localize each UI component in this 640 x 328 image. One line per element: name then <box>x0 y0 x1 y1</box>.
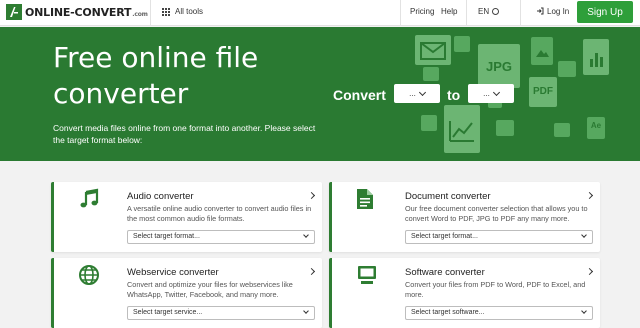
convert-label: Convert <box>333 87 386 103</box>
file-icon <box>423 67 439 81</box>
text-file-icon: Ae <box>587 117 605 139</box>
sign-up-button[interactable]: Sign Up <box>577 1 633 23</box>
document-target-format-select[interactable]: Select target format... <box>405 230 593 244</box>
document-icon <box>356 188 374 216</box>
globe-icon <box>492 8 500 15</box>
image-file-icon <box>531 37 553 65</box>
page-title: Free online file converter <box>53 41 259 110</box>
chevron-down-icon <box>418 88 426 96</box>
login-icon <box>537 7 544 15</box>
help-link[interactable]: Help <box>441 7 457 16</box>
card-title: Audio converter <box>127 191 194 202</box>
top-navigation-bar: ONLINE-CONVERT.com All tools Pricing Hel… <box>0 0 640 26</box>
all-tools-label: All tools <box>175 7 204 16</box>
divider <box>466 0 467 26</box>
software-converter-card[interactable]: Software converter Convert your files fr… <box>329 258 600 328</box>
chevron-down-icon <box>303 308 309 314</box>
webservice-converter-card[interactable]: Webservice converter Convert and optimiz… <box>51 258 322 328</box>
graph-file-icon <box>444 105 480 153</box>
document-converter-card[interactable]: Document converter Our free document con… <box>329 182 600 252</box>
from-format-value: ... <box>409 89 416 98</box>
all-tools-menu[interactable]: All tools <box>162 7 203 16</box>
file-icon <box>454 36 470 52</box>
card-description: A versatile online audio converter to co… <box>127 204 312 223</box>
music-note-icon <box>78 188 100 216</box>
to-format-select[interactable]: ... <box>468 84 514 103</box>
chevron-right-icon[interactable] <box>585 191 594 200</box>
to-label: to <box>447 87 461 103</box>
jpg-file-icon: JPG <box>478 44 520 88</box>
select-placeholder: Select target service... <box>133 309 203 316</box>
login-label: Log In <box>547 7 570 16</box>
card-description: Convert your files from PDF to Word, PDF… <box>405 280 586 299</box>
select-placeholder: Select target format... <box>133 233 200 240</box>
card-title: Software converter <box>405 267 485 278</box>
pricing-link[interactable]: Pricing <box>410 7 434 16</box>
divider <box>400 0 401 26</box>
monitor-icon <box>356 264 378 292</box>
divider <box>150 0 151 26</box>
chevron-right-icon[interactable] <box>585 267 594 276</box>
chevron-down-icon <box>581 308 587 314</box>
file-icon <box>421 115 437 131</box>
site-logo[interactable]: ONLINE-CONVERT.com <box>6 4 148 20</box>
card-title: Webservice converter <box>127 267 219 278</box>
pdf-file-icon: PDF <box>529 77 557 107</box>
hero-subtitle: Convert media files online from one form… <box>53 123 316 145</box>
chevron-right-icon[interactable] <box>307 267 316 276</box>
language-label: EN <box>478 7 490 16</box>
from-format-select[interactable]: ... <box>394 84 440 103</box>
logo-icon <box>6 4 22 20</box>
chart-file-icon <box>583 39 609 75</box>
to-format-value: ... <box>483 89 490 98</box>
file-icon <box>496 120 514 136</box>
chevron-down-icon <box>581 232 587 238</box>
select-placeholder: Select target format... <box>411 233 478 240</box>
card-description: Convert and optimize your files for webs… <box>127 280 293 299</box>
divider <box>520 0 521 26</box>
chevron-down-icon <box>492 88 500 96</box>
audio-target-format-select[interactable]: Select target format... <box>127 230 315 244</box>
file-icon <box>554 123 570 137</box>
chevron-right-icon[interactable] <box>307 191 316 200</box>
chevron-down-icon <box>303 232 309 238</box>
language-selector[interactable]: EN <box>478 7 500 16</box>
logo-text: ONLINE-CONVERT.com <box>25 5 148 19</box>
email-file-icon <box>415 35 451 65</box>
file-icon <box>558 61 576 77</box>
hero-banner: Free online file converter Convert media… <box>0 27 640 161</box>
webservice-target-select[interactable]: Select target service... <box>127 306 315 320</box>
globe-icon <box>78 264 100 292</box>
grid-icon <box>162 7 170 16</box>
login-link[interactable]: Log In <box>536 7 569 16</box>
card-description: Our free document converter selection th… <box>405 204 588 223</box>
software-target-select[interactable]: Select target software... <box>405 306 593 320</box>
audio-converter-card[interactable]: Audio converter A versatile online audio… <box>51 182 322 252</box>
card-title: Document converter <box>405 191 491 202</box>
select-placeholder: Select target software... <box>411 309 485 316</box>
